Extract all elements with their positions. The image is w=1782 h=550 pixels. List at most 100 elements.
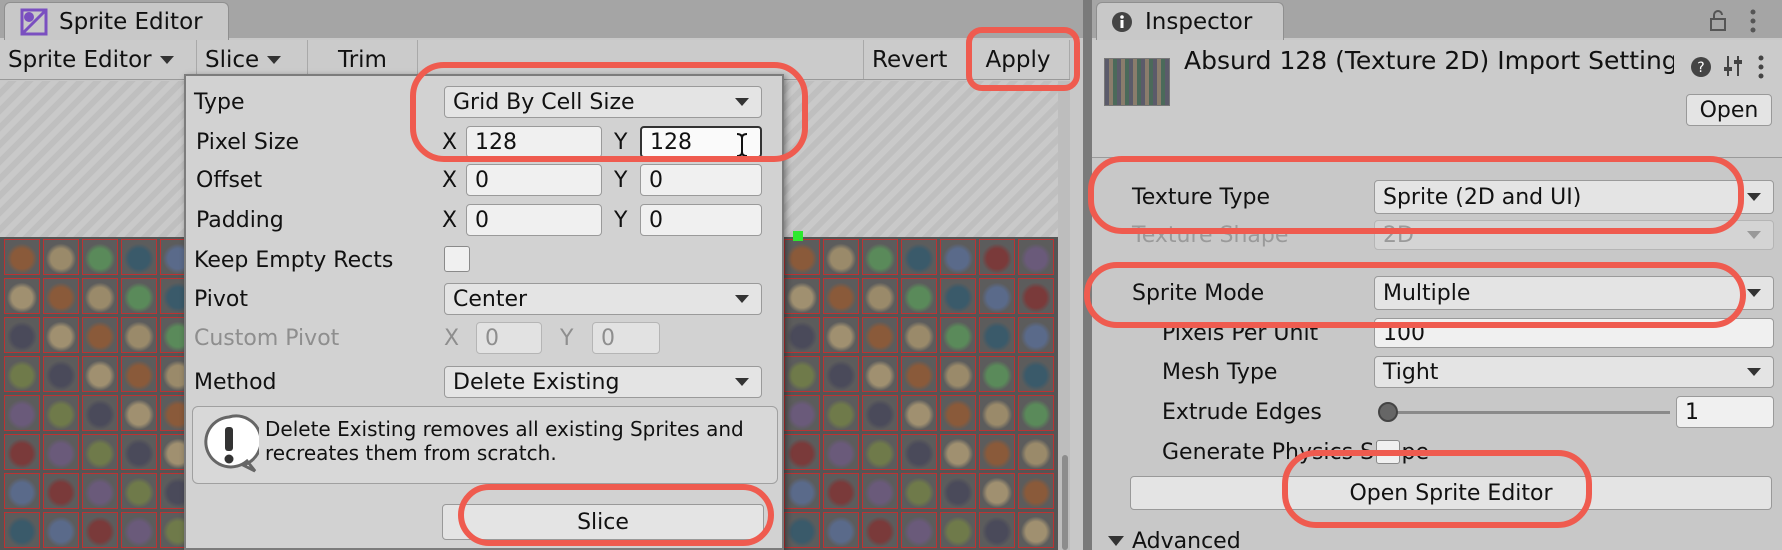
sprite-cell[interactable] [901,356,937,392]
sprite-cell[interactable] [43,434,79,470]
sprite-cell[interactable] [940,278,976,314]
sprite-cell[interactable] [823,317,859,353]
sprite-cell[interactable] [901,395,937,431]
sprite-cell[interactable] [940,395,976,431]
sprite-cell[interactable] [1018,356,1054,392]
sprite-cell[interactable] [979,278,1015,314]
sprite-mode-dropdown[interactable]: Multiple [1374,276,1774,310]
method-dropdown[interactable]: Delete Existing [444,366,762,398]
sprite-cell[interactable] [43,239,79,275]
mesh-type-dropdown[interactable]: Tight [1374,356,1774,388]
sprite-cell[interactable] [1018,473,1054,509]
sprite-cell[interactable] [979,512,1015,548]
sprite-cell[interactable] [4,473,40,509]
sprite-cell[interactable] [43,278,79,314]
sprite-cell[interactable] [121,395,157,431]
sprite-cell[interactable] [82,434,118,470]
pixels-per-unit-field[interactable]: 100 [1374,318,1774,348]
padding-y-field[interactable]: 0 [640,204,762,236]
sprite-cell[interactable] [1018,395,1054,431]
sprite-cell[interactable] [1018,278,1054,314]
sprite-cell[interactable] [82,473,118,509]
sprite-cell[interactable] [862,473,898,509]
open-button[interactable]: Open [1686,94,1772,126]
advanced-foldout[interactable]: Advanced [1108,526,1241,550]
sprite-cell[interactable] [901,317,937,353]
sprite-cell[interactable] [82,356,118,392]
sprite-cell[interactable] [823,512,859,548]
sprite-cell[interactable] [901,434,937,470]
sprite-cell[interactable] [43,356,79,392]
sprite-cell[interactable] [121,512,157,548]
canvas-scrollbar-thumb[interactable] [1062,455,1068,550]
mode-dropdown[interactable]: Sprite Editor [0,40,197,79]
sprite-cell[interactable] [784,512,820,548]
generate-physics-checkbox[interactable] [1376,440,1400,464]
sprite-cell[interactable] [862,317,898,353]
more-options-icon[interactable] [1748,8,1758,34]
sprite-cell[interactable] [979,395,1015,431]
sprite-cell[interactable] [784,395,820,431]
sprite-cell[interactable] [82,512,118,548]
open-sprite-editor-button[interactable]: Open Sprite Editor [1130,476,1772,510]
preset-sliders-icon[interactable] [1722,54,1744,78]
revert-button[interactable]: Revert [863,40,967,79]
sprite-cell[interactable] [784,434,820,470]
sprite-cell[interactable] [1018,512,1054,548]
sprite-cell[interactable] [82,317,118,353]
apply-button[interactable]: Apply [967,40,1070,79]
help-icon[interactable]: ? [1690,56,1712,78]
sprite-cell[interactable] [4,317,40,353]
sprite-cell[interactable] [901,239,937,275]
pivot-handle[interactable] [793,231,803,241]
pivot-dropdown[interactable]: Center [444,283,762,315]
sprite-cell[interactable] [940,239,976,275]
sprite-cell[interactable] [940,512,976,548]
tab-sprite-editor[interactable]: Sprite Editor [4,2,229,40]
offset-x-field[interactable]: 0 [466,164,602,196]
sprite-cell[interactable] [43,473,79,509]
sprite-cell[interactable] [901,278,937,314]
window-divider[interactable] [1083,0,1092,550]
sprite-cell[interactable] [4,512,40,548]
sprite-cell[interactable] [823,278,859,314]
sprite-cell[interactable] [823,434,859,470]
sprite-cell[interactable] [121,434,157,470]
texture-type-dropdown[interactable]: Sprite (2D and UI) [1374,180,1774,214]
sprite-cell[interactable] [43,512,79,548]
sprite-cell[interactable] [784,473,820,509]
sprite-cell[interactable] [979,473,1015,509]
sprite-cell[interactable] [4,434,40,470]
sprite-cell[interactable] [979,239,1015,275]
sprite-cell[interactable] [784,239,820,275]
extrude-edges-field[interactable]: 1 [1676,396,1774,428]
sprite-cell[interactable] [784,356,820,392]
sprite-cell[interactable] [862,356,898,392]
sprite-cell[interactable] [940,356,976,392]
sprite-cell[interactable] [979,434,1015,470]
type-dropdown[interactable]: Grid By Cell Size [444,86,762,118]
sprite-cell[interactable] [43,395,79,431]
keep-empty-rects-checkbox[interactable] [444,246,470,272]
sprite-cell[interactable] [82,278,118,314]
sprite-cell[interactable] [823,356,859,392]
sprite-cell[interactable] [823,395,859,431]
extrude-slider-track[interactable] [1380,411,1670,414]
sprite-cell[interactable] [121,317,157,353]
sprite-cell[interactable] [940,317,976,353]
tab-inspector[interactable]: Inspector [1096,2,1284,40]
sprite-cell[interactable] [121,356,157,392]
sprite-cell[interactable] [979,356,1015,392]
sprite-cell[interactable] [82,395,118,431]
more-options-icon[interactable] [1756,54,1766,80]
sprite-cell[interactable] [901,473,937,509]
slice-button[interactable]: Slice [442,504,764,540]
extrude-slider-handle[interactable] [1378,402,1398,422]
sprite-cell[interactable] [940,473,976,509]
sprite-cell[interactable] [4,395,40,431]
sprite-cell[interactable] [784,278,820,314]
sprite-cell[interactable] [4,278,40,314]
sprite-cell[interactable] [823,473,859,509]
sprite-cell[interactable] [862,512,898,548]
sprite-cell[interactable] [862,278,898,314]
